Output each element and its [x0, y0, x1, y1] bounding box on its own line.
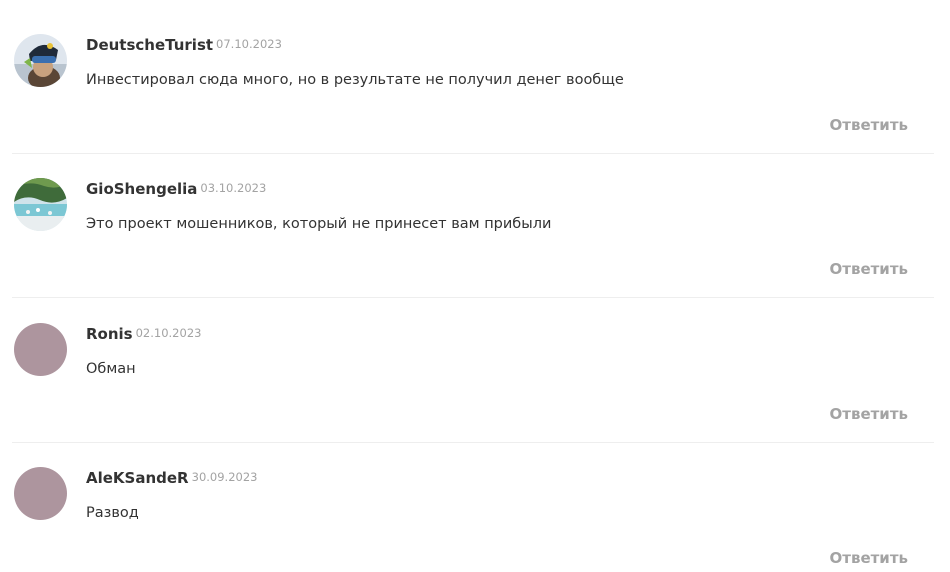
reply-button[interactable]: Ответить [830, 116, 909, 134]
reply-button[interactable]: Ответить [830, 549, 909, 567]
avatar-photo-icon [14, 34, 67, 87]
author-name: AleKSandeR [86, 469, 189, 487]
comment-date: 30.09.2023 [191, 470, 258, 484]
comment-date: 07.10.2023 [216, 37, 282, 51]
comment-item: AleKSandeR 30.09.2023 Развод Ответить [0, 433, 950, 572]
comment-text: Обман [86, 361, 136, 377]
comment-author: DeutscheTurist 07.10.2023 [86, 36, 282, 54]
comment-item: DeutscheTurist 07.10.2023 Инвестировал сю… [0, 0, 950, 154]
author-name: GioShengelia [86, 180, 198, 198]
comment-text: Инвестировал сюда много, но в результате… [86, 72, 624, 88]
comment-text: Это проект мошенников, который не принес… [86, 216, 552, 232]
reply-button[interactable]: Ответить [830, 405, 909, 423]
reply-button[interactable]: Ответить [830, 260, 909, 278]
avatar[interactable] [14, 34, 67, 87]
comment-date: 02.10.2023 [135, 326, 202, 340]
author-name: DeutscheTurist [86, 36, 214, 54]
comment-date: 03.10.2023 [200, 181, 267, 195]
avatar[interactable] [14, 178, 67, 231]
avatar-photo-icon [14, 178, 67, 231]
comment-item: Ronis 02.10.2023 Обман Ответить [0, 289, 950, 443]
comment-item: GioShengelia 03.10.2023 Это проект мошенн… [0, 144, 950, 298]
comments-list: DeutscheTurist 07.10.2023 Инвестировал сю… [0, 0, 950, 572]
author-name: Ronis [86, 325, 133, 343]
comment-text: Развод [86, 505, 139, 521]
avatar[interactable] [14, 467, 67, 520]
avatar[interactable] [14, 323, 67, 376]
comment-author: GioShengelia 03.10.2023 [86, 180, 266, 198]
comment-author: Ronis 02.10.2023 [86, 325, 201, 343]
comment-author: AleKSandeR 30.09.2023 [86, 469, 257, 487]
